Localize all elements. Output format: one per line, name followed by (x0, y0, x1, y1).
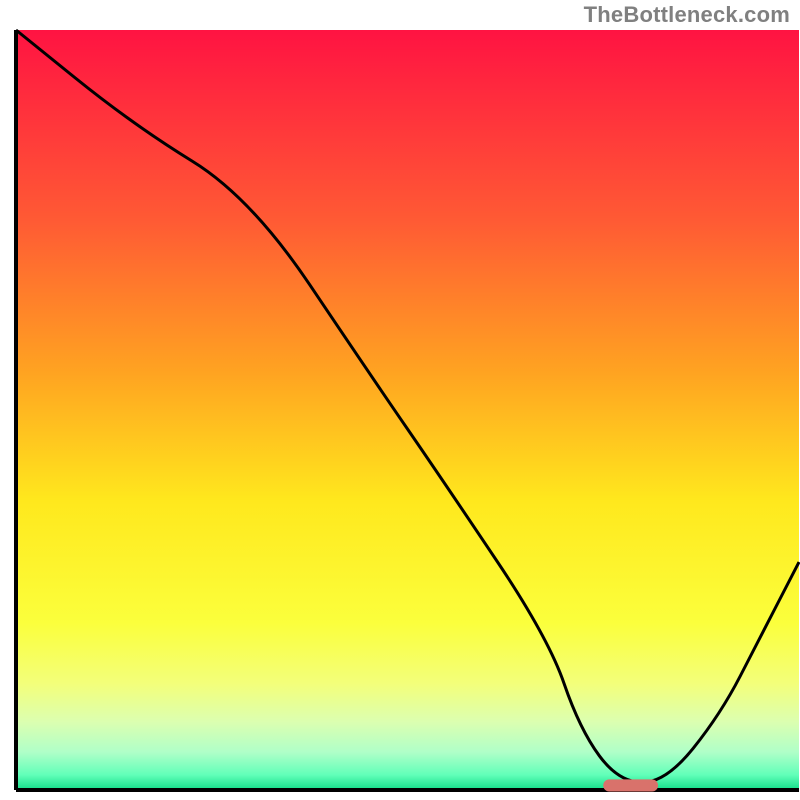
chart-container: { "watermark": "TheBottleneck.com", "cha… (0, 0, 800, 800)
optimal-marker (603, 779, 658, 791)
plot-background (16, 30, 799, 790)
bottleneck-chart (0, 0, 800, 800)
